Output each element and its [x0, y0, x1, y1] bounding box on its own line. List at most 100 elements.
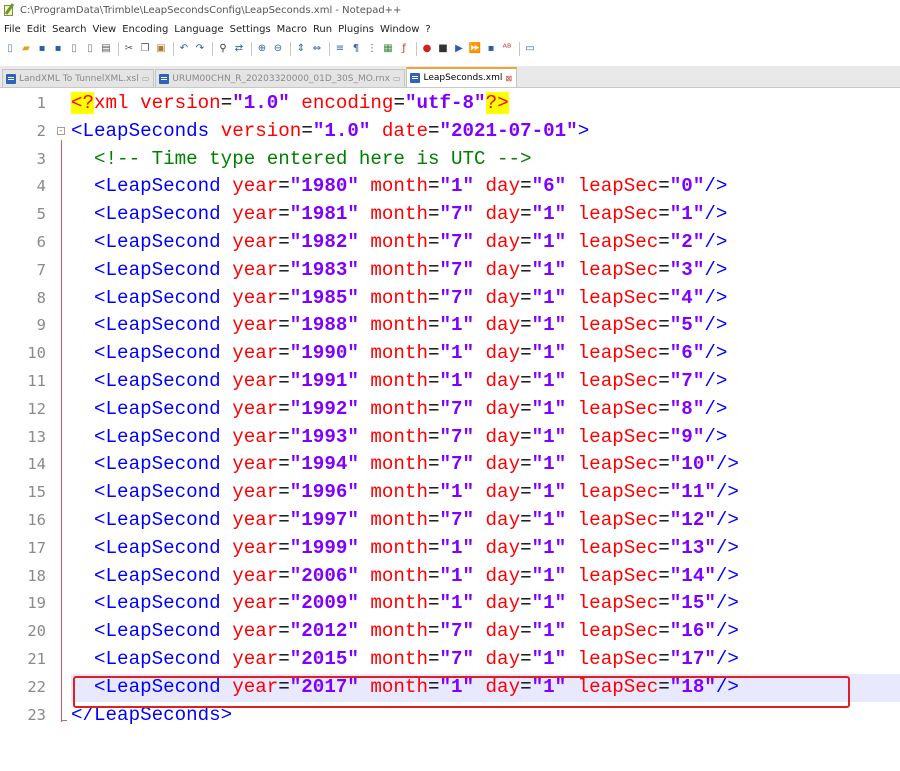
zoom-in-icon[interactable]: ⊕	[255, 42, 269, 56]
code-line[interactable]: 4 <LeapSecond year="1980" month="1" day=…	[0, 173, 900, 201]
zoom-out-icon[interactable]: ⊖	[271, 42, 285, 56]
menu-item-run[interactable]: Run	[313, 24, 332, 35]
line-number: 8	[36, 288, 46, 307]
notepad-plus-plus-icon	[3, 3, 15, 16]
tab-landxml-to-tunnelxml-xsl[interactable]: LandXML To TunnelXML.xsl ▭	[2, 69, 155, 87]
save-icon[interactable]: ▪	[35, 42, 49, 56]
code-line[interactable]: 16 <LeapSecond year="1997" month="7" day…	[0, 507, 900, 535]
line-content[interactable]: <LeapSeconds version="1.0" date="2021-07…	[71, 118, 589, 146]
line-content[interactable]: <LeapSecond year="1980" month="1" day="6…	[71, 173, 727, 201]
line-content[interactable]: <?xml version="1.0" encoding="utf-8"?>	[71, 90, 509, 118]
line-content[interactable]: <LeapSecond year="1999" month="1" day="1…	[71, 535, 739, 563]
menu-item-edit[interactable]: Edit	[27, 24, 46, 35]
tab-leapseconds-xml[interactable]: LeapSeconds.xml ⊠	[406, 67, 518, 87]
open-file-icon[interactable]: ▰	[19, 42, 33, 56]
line-content[interactable]: <LeapSecond year="1993" month="7" day="1…	[71, 424, 727, 452]
line-number: 14	[27, 455, 46, 474]
line-content[interactable]: <LeapSecond year="1992" month="7" day="1…	[71, 396, 727, 424]
line-content[interactable]: <LeapSecond year="1983" month="7" day="1…	[71, 257, 727, 285]
code-line[interactable]: 11 <LeapSecond year="1991" month="1" day…	[0, 368, 900, 396]
close-all-icon[interactable]: ▯	[83, 42, 97, 56]
line-content[interactable]: <LeapSecond year="1988" month="1" day="1…	[71, 312, 727, 340]
new-file-icon[interactable]: ▯	[3, 42, 17, 56]
playback-macro-icon[interactable]: ▶	[452, 42, 466, 56]
line-content[interactable]: <LeapSecond year="1997" month="7" day="1…	[71, 507, 739, 535]
line-content[interactable]: <LeapSecond year="1982" month="7" day="1…	[71, 229, 727, 257]
show-all-chars-icon[interactable]: ¶	[349, 42, 363, 56]
sync-horizontal-icon[interactable]: ⇔	[310, 42, 324, 56]
line-content[interactable]: <LeapSecond year="1985" month="7" day="1…	[71, 285, 727, 313]
code-line[interactable]: 12 <LeapSecond year="1992" month="7" day…	[0, 396, 900, 424]
copy-icon[interactable]: ❐	[138, 42, 152, 56]
code-line[interactable]: 21 <LeapSecond year="2015" month="7" day…	[0, 646, 900, 674]
line-number: 5	[36, 205, 46, 224]
code-line[interactable]: 15 <LeapSecond year="1996" month="1" day…	[0, 479, 900, 507]
tab-urum00chn-r-20203320000-01d-30s-mo-rnx[interactable]: URUM00CHN_R_20203320000_01D_30S_MO.rnx ▭	[155, 69, 406, 87]
indent-guide-icon[interactable]: ⋮	[365, 42, 379, 56]
menu-item-view[interactable]: View	[92, 24, 116, 35]
undo-icon[interactable]: ↶	[177, 42, 191, 56]
tab-close-icon[interactable]: ▭	[393, 74, 401, 83]
line-content[interactable]: <LeapSecond year="2015" month="7" day="1…	[71, 646, 739, 674]
code-line[interactable]: 3 <!-- Time type entered here is UTC -->	[0, 146, 900, 174]
line-number: 7	[36, 260, 46, 279]
toolbar-separator	[519, 42, 520, 56]
line-content[interactable]: <LeapSecond year="1994" month="7" day="1…	[71, 451, 739, 479]
code-line[interactable]: 9 <LeapSecond year="1988" month="1" day=…	[0, 312, 900, 340]
monitor-icon[interactable]: ▭	[523, 42, 537, 56]
code-line[interactable]: 17 <LeapSecond year="1999" month="1" day…	[0, 535, 900, 563]
tab-close-icon[interactable]: ⊠	[505, 74, 512, 83]
line-content[interactable]: <LeapSecond year="2012" month="7" day="1…	[71, 618, 739, 646]
code-line[interactable]: 8 <LeapSecond year="1985" month="7" day=…	[0, 285, 900, 313]
menu-item-file[interactable]: File	[4, 24, 21, 35]
code-line[interactable]: 14 <LeapSecond year="1994" month="7" day…	[0, 451, 900, 479]
menu-item-window[interactable]: Window	[380, 24, 419, 35]
line-content[interactable]: <LeapSecond year="1990" month="1" day="1…	[71, 340, 727, 368]
line-number: 13	[27, 427, 46, 446]
code-line[interactable]: 6 <LeapSecond year="1982" month="7" day=…	[0, 229, 900, 257]
menu-item-search[interactable]: Search	[52, 24, 86, 35]
code-line[interactable]: 20 <LeapSecond year="2012" month="7" day…	[0, 618, 900, 646]
code-line[interactable]: 19 <LeapSecond year="2009" month="1" day…	[0, 590, 900, 618]
redo-icon[interactable]: ↷	[193, 42, 207, 56]
run-macro-multiple-icon[interactable]: ⏩	[468, 42, 482, 56]
spell-check-icon[interactable]: ᴬᴮ	[500, 42, 514, 56]
stop-record-icon[interactable]: ■	[436, 42, 450, 56]
cut-icon[interactable]: ✂	[122, 42, 136, 56]
document-map-icon[interactable]: ▦	[381, 42, 395, 56]
menu-item-settings[interactable]: Settings	[230, 24, 271, 35]
find-icon[interactable]: ⚲	[216, 42, 230, 56]
paste-icon[interactable]: ▣	[154, 42, 168, 56]
function-list-icon[interactable]: ƒ	[397, 42, 411, 56]
print-icon[interactable]: ▤	[99, 42, 113, 56]
code-line[interactable]: 18 <LeapSecond year="2006" month="1" day…	[0, 563, 900, 591]
menu-item-plugins[interactable]: Plugins	[338, 24, 374, 35]
sync-vertical-icon[interactable]: ⇕	[294, 42, 308, 56]
menu-item-encoding[interactable]: Encoding	[122, 24, 168, 35]
code-line[interactable]: 13 <LeapSecond year="1993" month="7" day…	[0, 424, 900, 452]
code-line[interactable]: 10 <LeapSecond year="1990" month="1" day…	[0, 340, 900, 368]
code-line[interactable]: 5 <LeapSecond year="1981" month="7" day=…	[0, 201, 900, 229]
menu-item-help[interactable]: ?	[425, 24, 430, 35]
line-content[interactable]: <LeapSecond year="1981" month="7" day="1…	[71, 201, 727, 229]
word-wrap-icon[interactable]: ≡	[333, 42, 347, 56]
tab-close-icon[interactable]: ▭	[142, 74, 150, 83]
line-number: 6	[36, 233, 46, 251]
line-number: 4	[36, 177, 46, 196]
close-icon[interactable]: ▯	[67, 42, 81, 56]
line-content[interactable]: <!-- Time type entered here is UTC -->	[71, 146, 532, 174]
replace-icon[interactable]: ⇄	[232, 42, 246, 56]
line-content[interactable]: <LeapSecond year="2006" month="1" day="1…	[71, 563, 739, 591]
line-content[interactable]: <LeapSecond year="1996" month="1" day="1…	[71, 479, 739, 507]
line-content[interactable]: <LeapSecond year="1991" month="1" day="1…	[71, 368, 727, 396]
menu-item-language[interactable]: Language	[174, 24, 223, 35]
code-line[interactable]: 7 <LeapSecond year="1983" month="7" day=…	[0, 257, 900, 285]
code-line[interactable]: 2 <LeapSeconds version="1.0" date="2021-0…	[0, 118, 900, 146]
record-macro-icon[interactable]: ●	[420, 42, 434, 56]
save-all-icon[interactable]: ▪	[51, 42, 65, 56]
line-content[interactable]: <LeapSecond year="2009" month="1" day="1…	[71, 590, 739, 618]
menu-item-macro[interactable]: Macro	[277, 24, 307, 35]
save-macro-icon[interactable]: ▪	[484, 42, 498, 56]
editor-area[interactable]: - 1 <?xml version="1.0" encoding="utf-8"?…	[0, 88, 900, 771]
code-line[interactable]: 1 <?xml version="1.0" encoding="utf-8"?>	[0, 90, 900, 118]
